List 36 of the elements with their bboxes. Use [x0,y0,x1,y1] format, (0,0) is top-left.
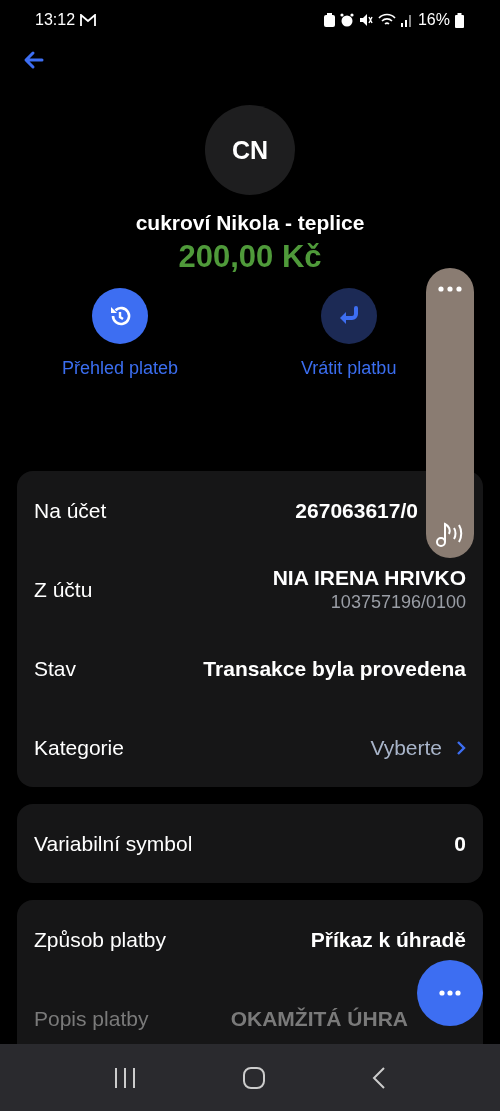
row-value: Příkaz k úhradě [310,927,466,952]
clock-time: 13:12 [35,11,76,29]
row-label: Způsob platby [34,927,166,952]
action-button[interactable]: Přehled plateb [35,288,205,379]
row-value: 0 [454,831,466,856]
row-label: Na účet [34,498,107,523]
battery-percent: 16% [417,11,450,29]
row-value: OKAMŽITÁ ÚHRA [230,1006,408,1031]
row-label: Z účtu [34,577,93,602]
row-label: Kategorie [34,735,124,760]
alarm-icon [339,13,354,27]
floating-side-panel[interactable] [426,268,474,558]
signal-icon [400,13,413,27]
more-icon [439,990,461,996]
row-label: Variabilní symbol [34,831,193,856]
recent-apps-icon[interactable] [113,1067,136,1088]
chevron-right-icon [456,739,466,756]
more-icon[interactable] [438,286,462,292]
category-select[interactable]: Vyberte [370,735,466,760]
account-name: NIA IRENA HRIVKO [272,566,466,590]
battery-icon [455,12,464,28]
music-sound-icon[interactable] [435,520,465,548]
mail-icon [80,13,97,27]
wifi-icon [377,13,396,27]
row-value: 267063617/0 [295,498,418,523]
battery-saver-icon [323,13,335,27]
payment-amount: 200,00 Kč [178,239,322,275]
row-label: Stav [34,656,77,681]
account-number: 103757196/0100 [330,592,466,613]
row-value: Transakce byla provedena [203,656,466,681]
contact-name: cukroví Nikola - teplice [135,211,365,235]
row-label: Popis platby [34,1006,149,1031]
home-icon[interactable] [243,1066,265,1089]
contact-avatar: CN [205,105,295,195]
back-icon[interactable] [372,1066,387,1089]
mute-icon [358,13,373,27]
